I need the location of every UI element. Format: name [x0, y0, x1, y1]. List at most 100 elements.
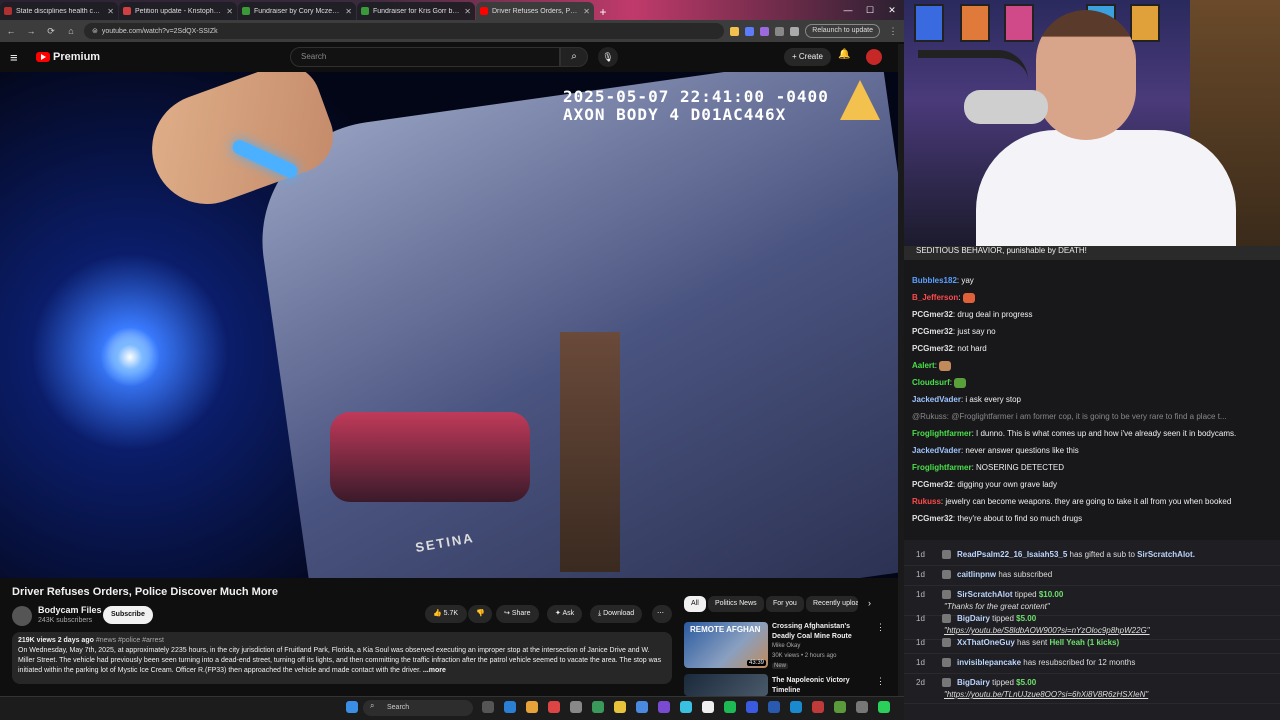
- activity-user[interactable]: BigDairy: [957, 678, 990, 687]
- activity-user[interactable]: XxThatOneGuy: [957, 638, 1015, 647]
- chat-username[interactable]: Bubbles182: [912, 276, 957, 285]
- browser-tab-active[interactable]: Driver Refuses Orders, Polic ✕: [476, 2, 594, 20]
- app-icon[interactable]: [570, 701, 582, 713]
- forward-icon[interactable]: →: [24, 26, 38, 36]
- close-window-icon[interactable]: ✕: [880, 0, 904, 20]
- extensions-puzzle-icon[interactable]: [775, 26, 785, 36]
- home-icon[interactable]: ⌂: [64, 26, 78, 36]
- back-icon[interactable]: ←: [4, 26, 18, 36]
- activity-user[interactable]: BigDairy: [957, 614, 990, 623]
- close-icon[interactable]: ✕: [107, 7, 114, 16]
- video-player[interactable]: [0, 72, 898, 578]
- notifications-bell-icon[interactable]: 🔔: [838, 49, 850, 60]
- more-vert-icon[interactable]: ⋮: [876, 676, 885, 687]
- chat-username[interactable]: PCGmer32: [912, 310, 953, 319]
- download-button[interactable]: ⤓ Download: [590, 605, 643, 623]
- browser-tab[interactable]: Fundraiser for Kris Gorr by Kell ✕: [357, 2, 475, 20]
- chip-politics-news[interactable]: Politics News: [708, 596, 764, 612]
- activity-user[interactable]: invisiblepancake: [957, 658, 1021, 667]
- browser-tab[interactable]: Petition update - Kristopher's s ✕: [119, 2, 237, 20]
- create-button[interactable]: + Create: [784, 48, 831, 66]
- rec-channel[interactable]: Mike Okay: [772, 643, 800, 649]
- chevron-right-icon[interactable]: ›: [868, 598, 871, 608]
- app-icon[interactable]: [504, 701, 516, 713]
- chrome-icon[interactable]: [526, 701, 538, 713]
- site-info-icon[interactable]: ⊜: [92, 27, 98, 35]
- more-vert-icon[interactable]: ⋮: [876, 622, 885, 633]
- search-input[interactable]: Search: [290, 47, 560, 67]
- more-actions-button[interactable]: ⋯: [652, 605, 672, 623]
- app-icon[interactable]: [790, 701, 802, 713]
- url-field[interactable]: ⊜ youtube.com/watch?v=2SdQX-SSIZk: [84, 23, 725, 39]
- close-icon[interactable]: ✕: [345, 7, 352, 16]
- app-icon[interactable]: [834, 701, 846, 713]
- app-icon[interactable]: [702, 701, 714, 713]
- chat-username[interactable]: Rukuss: [912, 497, 941, 506]
- show-more-link[interactable]: ...more: [423, 667, 446, 674]
- app-icon[interactable]: [768, 701, 780, 713]
- chip-all[interactable]: All: [684, 596, 706, 612]
- ask-button[interactable]: ✦ Ask: [547, 605, 583, 623]
- youtube-logo[interactable]: Premium: [36, 51, 100, 63]
- relaunch-button[interactable]: Relaunch to update: [805, 24, 880, 38]
- app-icon[interactable]: [636, 701, 648, 713]
- channel-name[interactable]: Bodycam Files: [38, 605, 102, 615]
- new-tab-button[interactable]: +: [595, 4, 611, 20]
- chip-recently-uploaded[interactable]: Recently uploa: [806, 596, 858, 612]
- extension-icon[interactable]: [730, 26, 740, 36]
- chat-username[interactable]: Froglightfarmer: [912, 429, 972, 438]
- chip-for-you[interactable]: For you: [766, 596, 804, 612]
- close-icon[interactable]: ✕: [583, 7, 590, 16]
- app-icon[interactable]: [658, 701, 670, 713]
- app-icon[interactable]: [878, 701, 890, 713]
- hamburger-menu-icon[interactable]: ≡: [10, 50, 30, 65]
- profile-icon[interactable]: [790, 26, 800, 36]
- chat-username[interactable]: JackedVader: [912, 446, 961, 455]
- chat-username[interactable]: PCGmer32: [912, 327, 953, 336]
- app-icon[interactable]: [592, 701, 604, 713]
- dislike-button[interactable]: 👎: [468, 605, 492, 623]
- channel-avatar[interactable]: [12, 606, 32, 626]
- maximize-icon[interactable]: ☐: [858, 0, 882, 20]
- share-button[interactable]: ↪ Share: [496, 605, 539, 623]
- app-icon[interactable]: [812, 701, 824, 713]
- app-icon[interactable]: [856, 701, 868, 713]
- activity-message[interactable]: "https://youtu.be/TLnUJzue8OO?si=6hXi8V8…: [944, 690, 1148, 699]
- browser-tab[interactable]: State disciplines health care pr ✕: [0, 2, 118, 20]
- spotify-icon[interactable]: [724, 701, 736, 713]
- taskbar-search[interactable]: Search: [363, 700, 473, 716]
- description-box[interactable]: 219K views 2 days ago #news #police #arr…: [12, 632, 672, 684]
- activity-user[interactable]: SirScratchAlot: [957, 590, 1013, 599]
- rec-thumbnail[interactable]: [684, 674, 768, 696]
- reload-icon[interactable]: ⟳: [44, 26, 58, 37]
- chat-username[interactable]: Cloudsurf: [912, 378, 950, 387]
- chat-username[interactable]: Aalert: [912, 361, 935, 370]
- subscribe-button[interactable]: Subscribe: [103, 606, 153, 624]
- rec-title[interactable]: Crossing Afghanistan's Deadly Coal Mine …: [772, 622, 872, 642]
- rec-thumbnail[interactable]: REMOTE AFGHAN 43:39: [684, 622, 768, 668]
- browser-tab[interactable]: Fundraiser by Cory Mczenna ✕: [238, 2, 356, 20]
- windows-start-icon[interactable]: [346, 701, 358, 713]
- extension-icon[interactable]: [760, 26, 770, 36]
- app-icon[interactable]: [548, 701, 560, 713]
- activity-user[interactable]: ReadPsalm22_16_Isaiah53_5: [957, 550, 1067, 559]
- chat-username[interactable]: JackedVader: [912, 395, 961, 404]
- search-icon[interactable]: ⌕: [560, 47, 588, 67]
- app-icon[interactable]: [746, 701, 758, 713]
- chat-username[interactable]: B_Jefferson: [912, 293, 958, 302]
- hashtags[interactable]: #news #police #arrest: [96, 637, 164, 644]
- menu-dots-icon[interactable]: ⋮: [886, 26, 900, 37]
- close-icon[interactable]: ✕: [464, 7, 471, 16]
- chat-username[interactable]: PCGmer32: [912, 344, 953, 353]
- minimize-icon[interactable]: —: [836, 0, 860, 20]
- close-icon[interactable]: ✕: [226, 7, 233, 16]
- chat-username[interactable]: PCGmer32: [912, 480, 953, 489]
- chat-username[interactable]: PCGmer32: [912, 514, 953, 523]
- folder-icon[interactable]: [614, 701, 626, 713]
- app-icon[interactable]: [680, 701, 692, 713]
- like-button[interactable]: 👍 5.7K: [425, 605, 467, 623]
- activity-user[interactable]: caitlinpnw: [957, 570, 996, 579]
- avatar[interactable]: [866, 49, 882, 65]
- rec-title[interactable]: The Napoleonic Victory Timeline: [772, 676, 872, 696]
- microphone-icon[interactable]: 🎙: [598, 47, 618, 67]
